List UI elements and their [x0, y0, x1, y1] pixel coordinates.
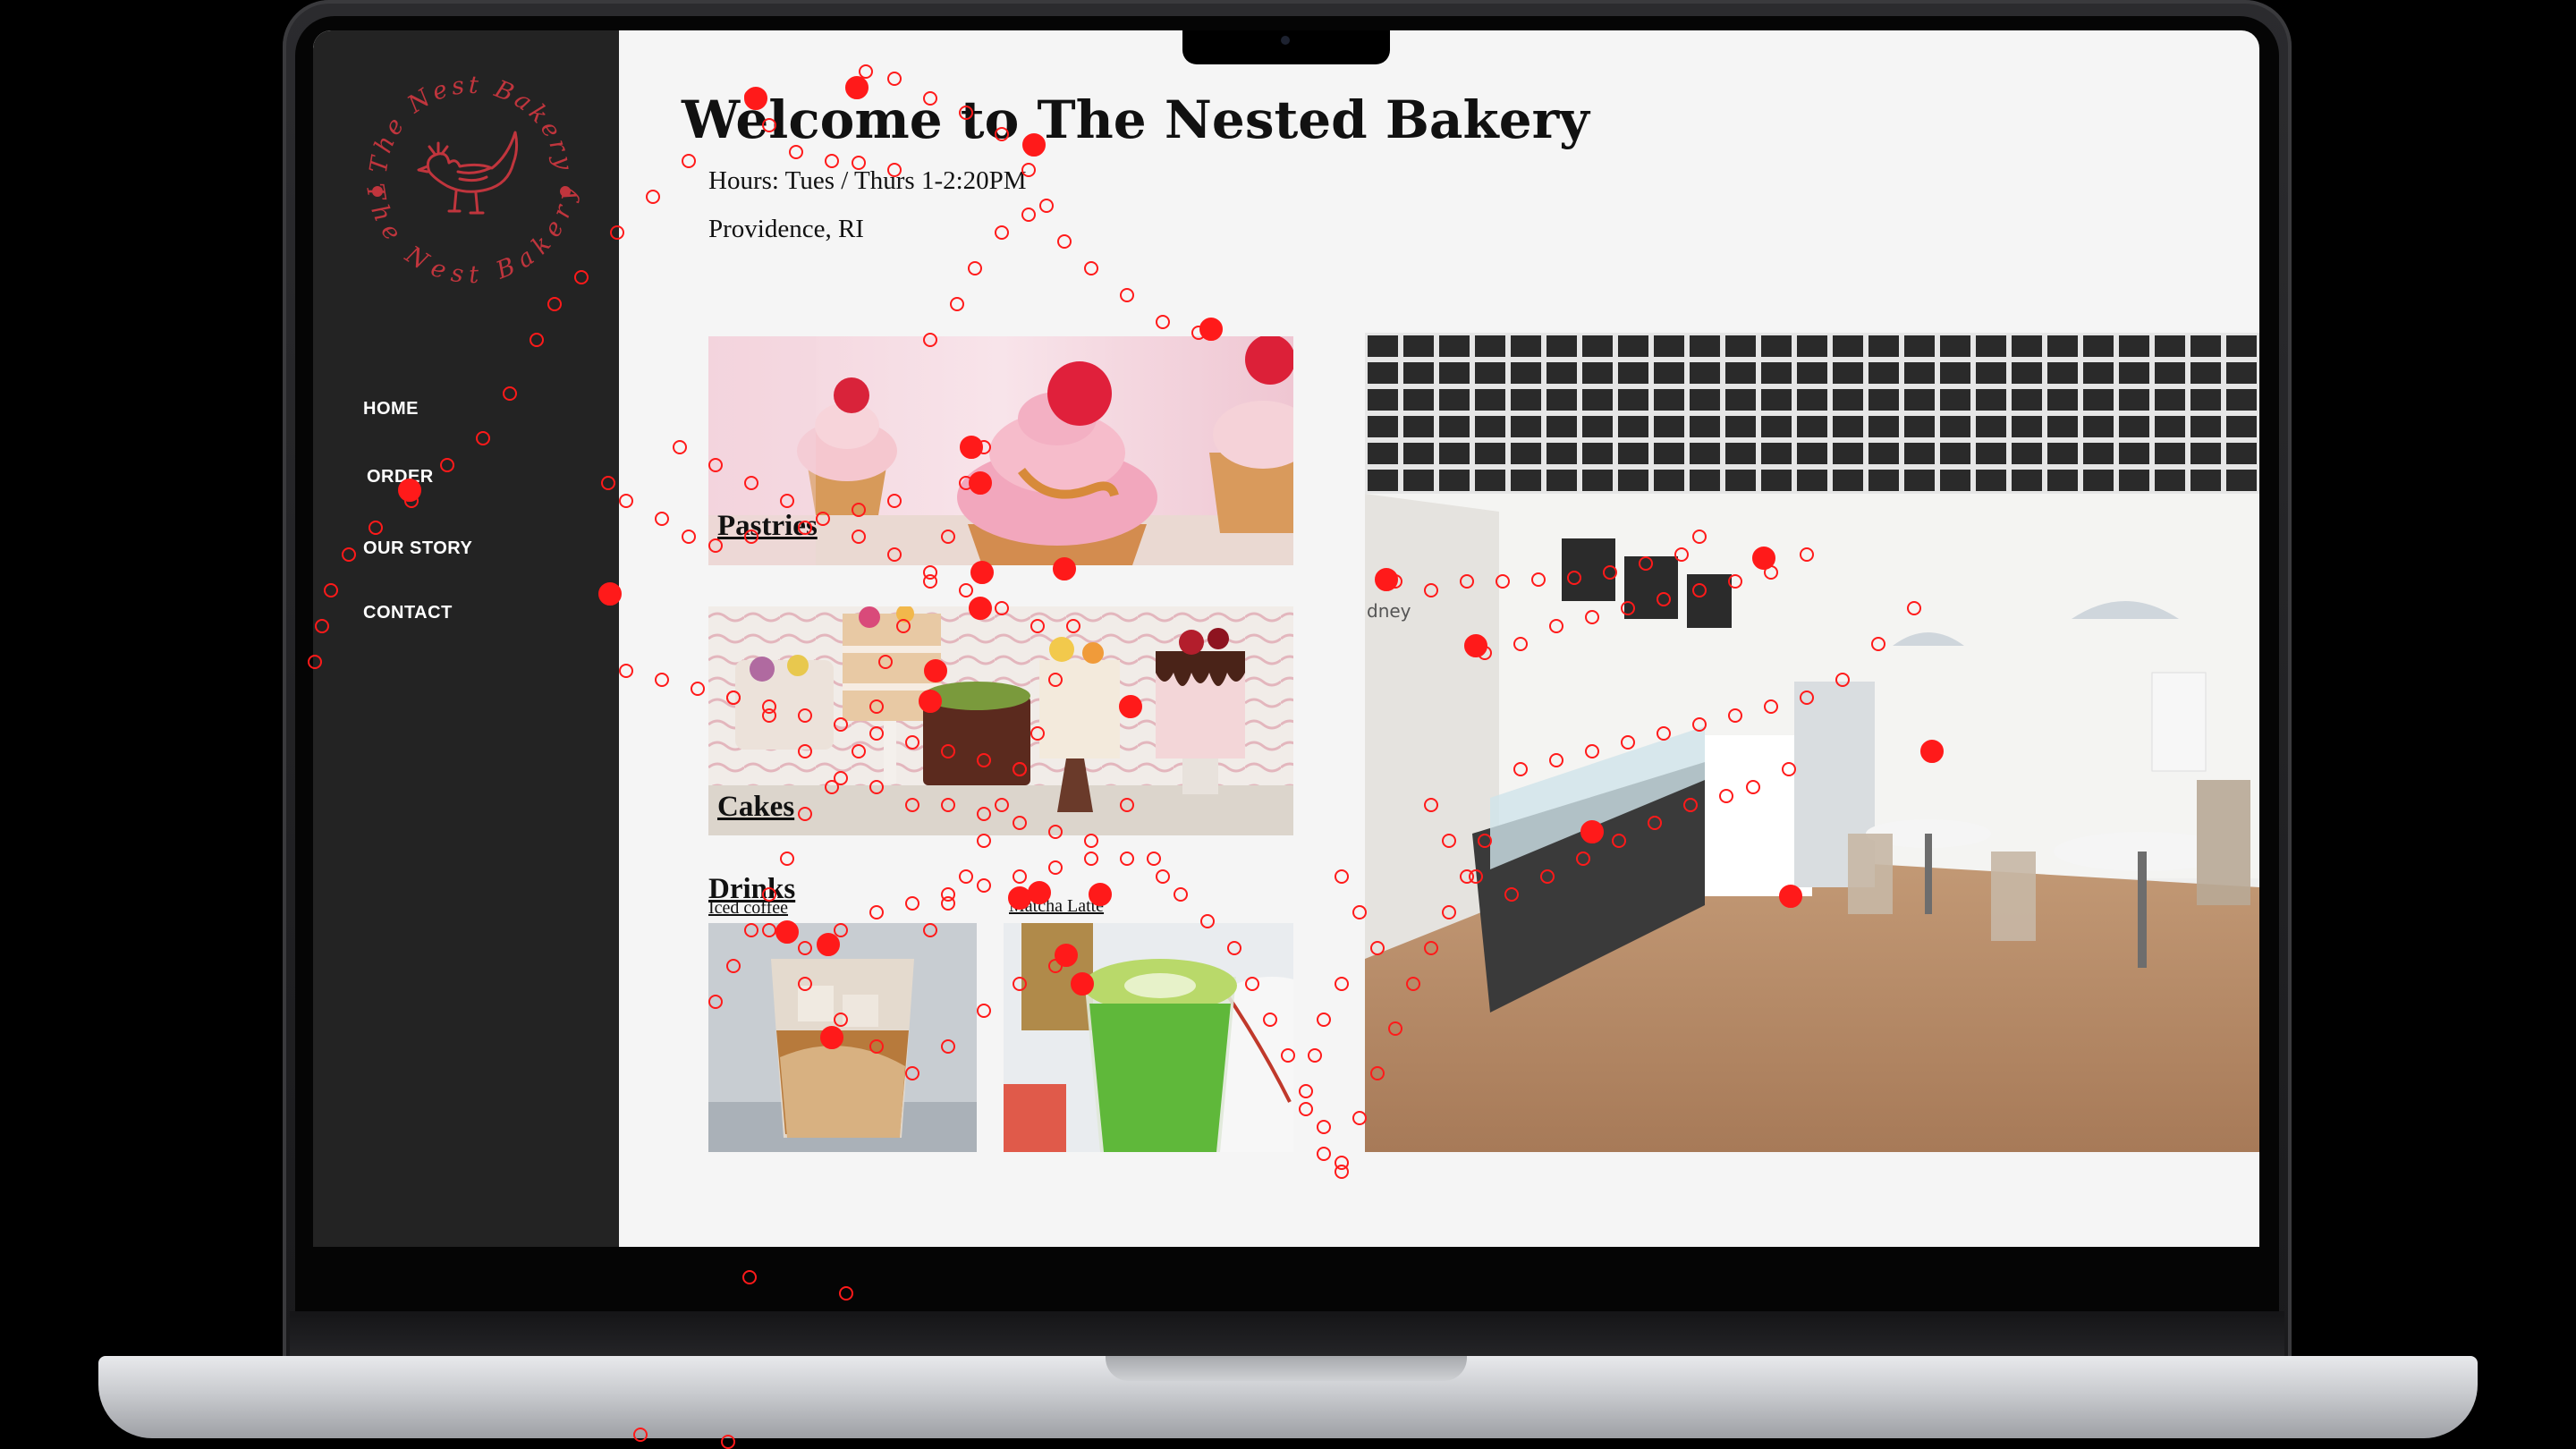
- nav-item-contact[interactable]: CONTACT: [363, 603, 453, 623]
- svg-text:The Nest Bakery: The Nest Bakery: [360, 182, 582, 289]
- matcha-latte-image[interactable]: [1004, 923, 1293, 1152]
- category-pastries-label[interactable]: Pastries: [717, 510, 818, 543]
- laptop-opening-notch: [1106, 1356, 1467, 1381]
- sidebar: The Nest Bakery The Nest Bakery HOME ORD…: [313, 30, 619, 1247]
- iced-coffee-image[interactable]: [708, 923, 977, 1152]
- logo-arc-text-top: The Nest Bakery: [365, 72, 574, 175]
- bakery-interior-image[interactable]: dney: [1365, 333, 2259, 1152]
- storefront-sign-text: dney: [1367, 600, 1411, 622]
- nav-item-order[interactable]: ORDER: [367, 467, 434, 487]
- bakery-logo[interactable]: The Nest Bakery The Nest Bakery: [360, 66, 583, 290]
- hours-text: Hours: Tues / Thurs 1-2:20PM: [708, 166, 1027, 195]
- nav-item-our-story[interactable]: OUR STORY: [363, 538, 472, 559]
- logo-arc-text-bottom: The Nest Bakery: [360, 182, 579, 289]
- laptop-chin: [290, 1311, 2284, 1360]
- hen-icon: [417, 131, 519, 215]
- camera-icon: [1281, 36, 1290, 45]
- screen: The Nest Bakery The Nest Bakery HOME ORD…: [313, 30, 2259, 1247]
- category-cakes-label[interactable]: Cakes: [717, 791, 794, 824]
- location-text: Providence, RI: [708, 215, 864, 243]
- cakes-image[interactable]: [708, 606, 1293, 835]
- svg-text:The Nest Bakery: The Nest Bakery: [365, 72, 578, 175]
- drink-caption-iced-coffee[interactable]: Iced coffee: [708, 898, 788, 919]
- drink-caption-matcha-latte[interactable]: Matcha Latte: [1009, 896, 1104, 917]
- page-title: Welcome to The Nested Bakery: [682, 89, 1589, 150]
- nav-item-home[interactable]: HOME: [363, 399, 419, 419]
